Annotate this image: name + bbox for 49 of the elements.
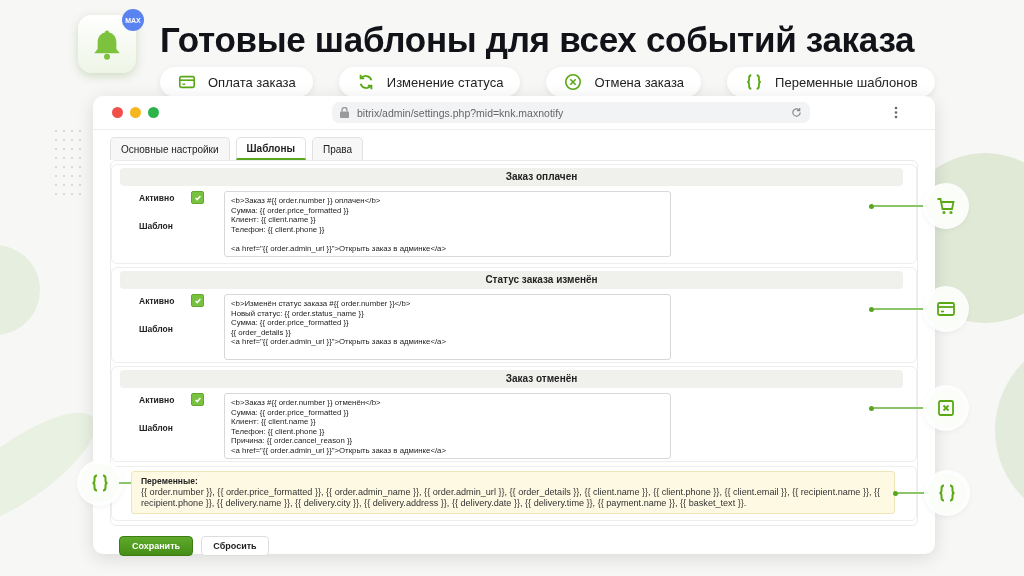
check-icon — [193, 296, 202, 305]
leader-dot — [869, 306, 874, 312]
reset-button[interactable]: Сбросить — [201, 536, 269, 556]
minimize-dot[interactable] — [130, 107, 141, 118]
active-label: Активно — [139, 295, 175, 306]
section-header: Статус заказа изменён — [120, 271, 903, 289]
headline: Готовые шаблоны для всех событий заказа — [160, 20, 916, 60]
feature-chip: Переменные шаблонов — [727, 67, 935, 97]
url-text: bitrix/admin/settings.php?mid=knk.maxnotify — [357, 106, 565, 119]
card-icon — [936, 299, 956, 319]
variables-list: {{ order.number }}, {{ order.price_formatted }}, {{ order.admin_name }}, {{ order.admin_url }}, {{ order_details }}, {{ client.name }}, {{ client.phone }}, {{ client.email }}, {{ recipient.name }}, {{ recipient.phone }}, {{ delivery.name }}, {{ delivery.city }}, {{ delivery.address }}, {{ delivery.date }}, {{ delivery.time }}, {{ payment.name }}, {{ basket_text }}. — [141, 487, 885, 509]
braces-icon — [90, 473, 110, 493]
tab[interactable]: Основные настройки — [110, 137, 230, 160]
active-label: Активно — [139, 394, 175, 405]
feature-chip: Изменение статуса — [338, 67, 521, 97]
braces-icon — [937, 483, 957, 503]
feature-chip: Отмена заказа — [546, 67, 702, 97]
dot-grid-drawing — [54, 129, 82, 196]
more-icon[interactable] — [894, 106, 898, 119]
card-icon — [178, 73, 196, 91]
leader-dot — [893, 490, 898, 496]
cancel-icon — [564, 73, 583, 91]
maximize-dot[interactable] — [148, 107, 159, 118]
template-label: Шаблон — [139, 221, 174, 231]
leader-line — [119, 482, 131, 484]
close-dot[interactable] — [112, 107, 123, 118]
cancel-icon — [936, 398, 956, 418]
template-label: Шаблон — [139, 324, 174, 334]
lock-icon — [340, 107, 349, 118]
leader-dot — [869, 203, 874, 209]
tab[interactable]: Шаблоны — [235, 137, 306, 160]
save-button[interactable]: Сохранить — [119, 536, 193, 556]
active-checkbox[interactable] — [191, 393, 205, 406]
active-label: Активно — [139, 192, 175, 203]
braces-icon — [745, 73, 764, 91]
tab[interactable]: Права — [312, 137, 364, 160]
section-header: Заказ оплачен — [120, 168, 903, 186]
check-icon — [193, 193, 202, 202]
leader-dot — [869, 405, 874, 411]
active-checkbox[interactable] — [191, 191, 205, 204]
section-header: Заказ отменён — [120, 370, 903, 388]
cart-icon — [936, 196, 956, 216]
variables-title: Переменные: — [141, 476, 199, 486]
template-label: Шаблон — [139, 423, 174, 433]
feature-chip: Оплата заказа — [160, 67, 313, 97]
reload-icon[interactable] — [791, 107, 802, 118]
active-checkbox[interactable] — [191, 294, 205, 307]
check-icon — [193, 395, 202, 404]
address-bar[interactable]: bitrix/admin/settings.php?mid=knk.maxnotify — [332, 102, 810, 123]
